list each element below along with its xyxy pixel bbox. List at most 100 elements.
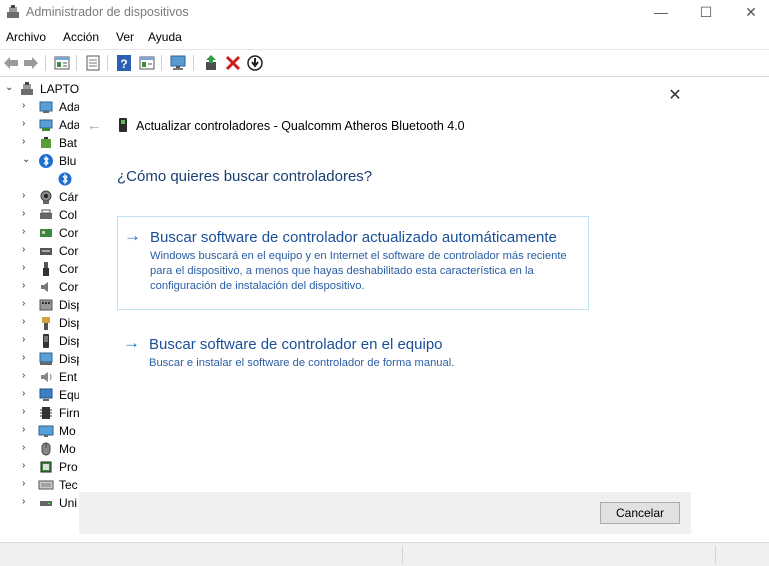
chevron-right-icon[interactable]: › — [22, 406, 32, 418]
menu-accion[interactable]: Acción — [63, 30, 99, 44]
chevron-right-icon[interactable]: › — [22, 478, 32, 490]
chevron-right-icon[interactable]: › — [22, 208, 32, 220]
chevron-right-icon[interactable]: › — [22, 190, 32, 202]
chevron-right-icon[interactable]: › — [22, 424, 32, 436]
tree-item[interactable]: › Cor — [0, 224, 80, 242]
tree-item[interactable]: › Bat — [0, 134, 80, 152]
minimize-button[interactable]: — — [639, 0, 683, 26]
device-tree: ⌄ LAPTO › Ada › Ada › Bat ⌄ Blu › Cár › Col › Cor › Cor… — [0, 78, 80, 540]
window-title: Administrador de dispositivos — [26, 5, 189, 19]
uninstall-icon[interactable] — [224, 54, 242, 72]
list-icon[interactable] — [84, 54, 102, 72]
tree-item[interactable]: › Pro — [0, 458, 80, 476]
chevron-right-icon[interactable]: › — [22, 370, 32, 382]
firmware-icon — [40, 407, 52, 419]
dialog-back-icon[interactable]: ← — [87, 117, 101, 133]
tree-root-label: LAPTO — [40, 82, 80, 96]
chevron-right-icon[interactable]: › — [22, 388, 32, 400]
tree-item-label: Blu — [59, 154, 77, 168]
chevron-right-icon[interactable]: › — [22, 280, 32, 292]
device-manager-icon — [7, 5, 19, 18]
keyboard-icon — [38, 480, 54, 490]
menu-ayuda[interactable]: Ayuda — [148, 30, 182, 44]
dialog-footer: Cancelar — [79, 492, 691, 534]
chevron-down-icon[interactable]: ⌄ — [5, 82, 15, 94]
tree-item-label: Uni — [59, 496, 78, 510]
chevron-right-icon[interactable]: › — [22, 334, 32, 346]
tree-item[interactable]: › Cor — [0, 260, 80, 278]
tree-root[interactable]: ⌄ LAPTO — [0, 80, 80, 98]
tree-item[interactable]: › Disp — [0, 332, 80, 350]
chevron-right-icon[interactable]: › — [22, 100, 32, 112]
chevron-right-icon[interactable]: › — [22, 298, 32, 310]
tree-item[interactable]: › Equ — [0, 386, 80, 404]
status-bar — [0, 542, 769, 566]
tree-item[interactable]: › Disp — [0, 350, 80, 368]
network-adapter-icon — [39, 119, 53, 131]
help-icon[interactable]: ? — [115, 54, 133, 72]
dialog-close-icon[interactable]: ✕ — [667, 88, 683, 104]
tree-item[interactable]: › Firn — [0, 404, 80, 422]
chevron-right-icon[interactable]: › — [22, 442, 32, 454]
chevron-right-icon[interactable]: › — [22, 244, 32, 256]
chevron-right-icon[interactable]: › — [22, 496, 32, 508]
maximize-button[interactable]: ☐ — [684, 0, 728, 26]
bluetooth-device-icon — [119, 118, 127, 132]
tree-item-label: Cár — [59, 190, 79, 204]
chevron-right-icon[interactable]: › — [22, 136, 32, 148]
tree-item[interactable]: › Cor — [0, 242, 80, 260]
tree-item[interactable]: › Disp — [0, 296, 80, 314]
tree-item[interactable]: › Tec — [0, 476, 80, 494]
tree-item[interactable]: › Uni — [0, 494, 80, 512]
tree-item[interactable]: › Ada — [0, 98, 80, 116]
chevron-right-icon[interactable]: › — [22, 262, 32, 274]
tree-item-label: Equ — [59, 388, 80, 402]
tree-item[interactable]: › Cár — [0, 188, 80, 206]
chevron-right-icon[interactable]: › — [22, 460, 32, 472]
tree-item[interactable] — [0, 170, 80, 188]
properties-icon[interactable] — [53, 54, 71, 72]
chevron-right-icon[interactable]: › — [22, 226, 32, 238]
tree-item[interactable]: › Disp — [0, 314, 80, 332]
menu-archivo[interactable]: Archivo — [6, 30, 46, 44]
browse-computer-option[interactable]: → Buscar software de controlador en el e… — [117, 324, 589, 374]
back-icon[interactable] — [2, 54, 20, 72]
monitor-icon[interactable] — [169, 54, 187, 72]
chevron-down-icon[interactable]: ⌄ — [22, 154, 32, 166]
tree-item[interactable]: › Ent — [0, 368, 80, 386]
tree-item-label: Tec — [59, 478, 78, 492]
tree-item[interactable]: › Mo — [0, 440, 80, 458]
update-driver-icon[interactable] — [202, 54, 220, 72]
battery-icon — [41, 137, 51, 148]
chevron-right-icon[interactable]: › — [22, 352, 32, 364]
option-description: Buscar e instalar el software de control… — [149, 357, 455, 369]
security-device-icon — [42, 317, 50, 330]
tree-item-label: Pro — [59, 460, 78, 474]
chevron-right-icon[interactable]: › — [22, 316, 32, 328]
tree-item[interactable]: › Mo — [0, 422, 80, 440]
tree-item-label: Ada — [59, 118, 80, 132]
tree-item[interactable]: ⌄ Blu — [0, 152, 80, 170]
download-icon[interactable] — [246, 54, 264, 72]
close-window-button[interactable]: ✕ — [729, 0, 769, 26]
forward-icon[interactable] — [22, 54, 40, 72]
bluetooth-device-icon — [58, 172, 72, 186]
arrow-right-icon: → — [124, 226, 141, 245]
tree-item[interactable]: › Cor — [0, 278, 80, 296]
details-icon[interactable] — [138, 54, 156, 72]
audio-io-icon — [41, 372, 52, 382]
title-bar: Administrador de dispositivos — ☐ ✕ — [0, 0, 769, 26]
tree-item[interactable]: › Col — [0, 206, 80, 224]
search-automatically-option[interactable]: → Buscar software de controlador actuali… — [117, 216, 589, 310]
cancel-button[interactable]: Cancelar — [600, 502, 680, 524]
update-drivers-dialog: ✕ ← Actualizar controladores - Qualcomm … — [79, 79, 691, 534]
tree-item-label: Ada — [59, 100, 80, 114]
option-title: Buscar software de controlador actualiza… — [150, 229, 557, 246]
menu-ver[interactable]: Ver — [116, 30, 134, 44]
computer-icon — [39, 388, 53, 401]
chevron-right-icon[interactable]: › — [22, 118, 32, 130]
tree-item-label: Disp — [59, 316, 80, 330]
sound-controller-icon — [41, 282, 48, 292]
tree-item[interactable]: › Ada — [0, 116, 80, 134]
dialog-question: ¿Cómo quieres buscar controladores? — [117, 168, 373, 185]
